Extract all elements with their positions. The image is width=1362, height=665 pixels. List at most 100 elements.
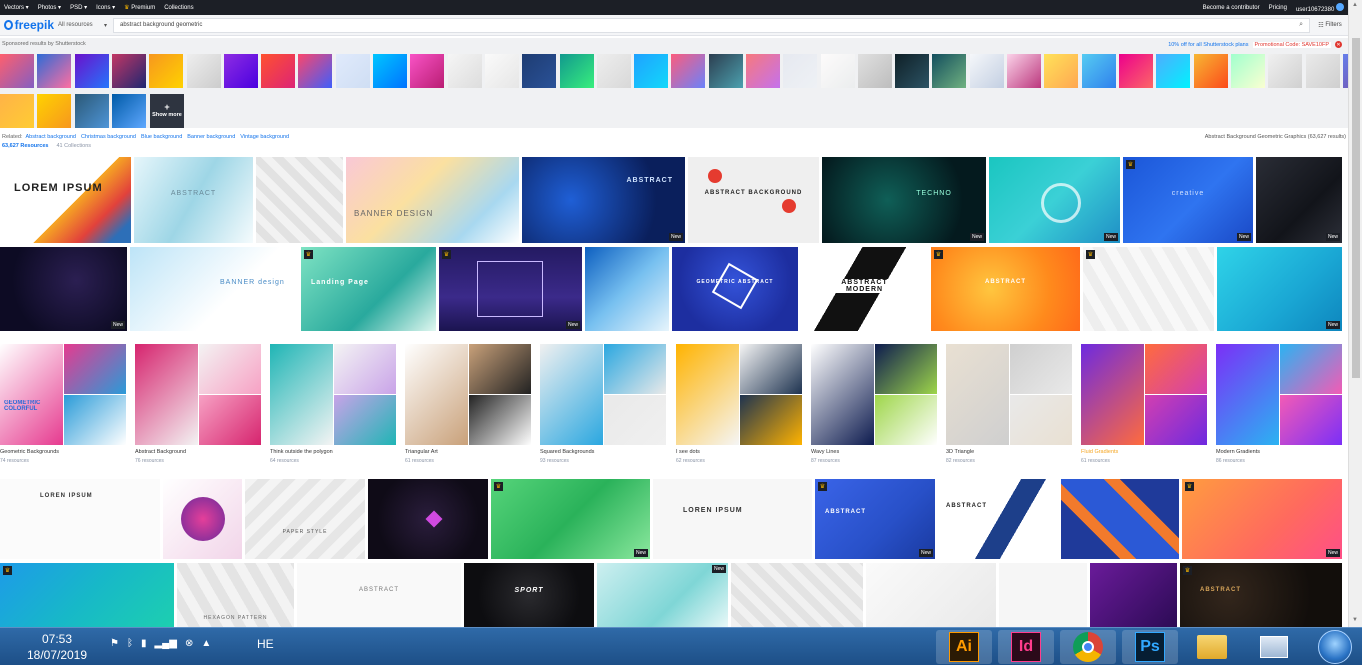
freepik-logo[interactable]: freepik bbox=[0, 18, 58, 32]
collection-name[interactable]: Fluid Gradients bbox=[1081, 449, 1118, 455]
nav-psd[interactable]: PSD ▾ bbox=[70, 4, 87, 11]
nav-vectors[interactable]: Vectors ▾ bbox=[4, 4, 29, 11]
sponsored-thumbnail[interactable] bbox=[783, 54, 817, 88]
close-icon[interactable]: ✕ bbox=[1335, 41, 1342, 48]
related-tag[interactable]: Banner background bbox=[187, 134, 235, 140]
show-more-button[interactable]: + Show more bbox=[150, 94, 184, 128]
sponsored-thumbnail[interactable] bbox=[1306, 54, 1340, 88]
result-thumbnail[interactable]: ♛ Landing Page bbox=[301, 247, 436, 331]
sponsored-thumbnail[interactable] bbox=[1231, 54, 1265, 88]
network-error-icon[interactable]: ⊗ bbox=[185, 638, 193, 649]
result-thumbnail[interactable] bbox=[163, 479, 242, 559]
result-thumbnail[interactable]: ♛ New bbox=[1182, 479, 1342, 559]
result-thumbnail[interactable] bbox=[256, 157, 343, 243]
search-icon[interactable]: ⌕ bbox=[1299, 21, 1303, 29]
page-scrollbar[interactable]: ▲ ▼ bbox=[1348, 0, 1362, 627]
result-thumbnail[interactable] bbox=[999, 563, 1087, 627]
result-thumbnail[interactable]: BANNER DESIGN bbox=[346, 157, 519, 243]
collection-card[interactable]: Triangular Art 61 resources bbox=[405, 344, 532, 466]
collections-tab[interactable]: 41 Collections bbox=[56, 143, 91, 149]
resource-type-select[interactable]: All resources ▾ bbox=[58, 22, 113, 29]
result-thumbnail[interactable]: ♛ bbox=[0, 563, 174, 627]
language-indicator[interactable]: HE bbox=[257, 637, 274, 651]
sponsored-thumbnail[interactable] bbox=[746, 54, 780, 88]
sponsored-thumbnail[interactable] bbox=[261, 54, 295, 88]
pricing-link[interactable]: Pricing bbox=[1269, 5, 1287, 11]
sponsored-thumbnail[interactable] bbox=[709, 54, 743, 88]
related-tag[interactable]: Blue background bbox=[141, 134, 182, 140]
sponsored-thumbnail[interactable] bbox=[560, 54, 594, 88]
sponsored-thumbnail[interactable] bbox=[410, 54, 444, 88]
resources-tab[interactable]: 63,627 Resources bbox=[2, 143, 48, 149]
result-thumbnail[interactable]: ABSTRACT bbox=[134, 157, 253, 243]
result-thumbnail[interactable]: ♛ creative New bbox=[1123, 157, 1253, 243]
sponsored-thumbnail[interactable] bbox=[1044, 54, 1078, 88]
result-thumbnail[interactable]: New bbox=[989, 157, 1120, 243]
taskbar-app-chrome[interactable] bbox=[1060, 630, 1116, 664]
result-thumbnail[interactable] bbox=[585, 247, 669, 331]
result-thumbnail[interactable]: New bbox=[1256, 157, 1342, 243]
system-clock[interactable]: 07:53 18/07/2019 bbox=[12, 631, 102, 663]
collection-card[interactable]: GEOMETRIC COLORFUL Geometric Backgrounds 7… bbox=[0, 344, 127, 466]
collection-card[interactable]: Squared Backgrounds 93 resources bbox=[540, 344, 667, 466]
scroll-up-icon[interactable]: ▲ bbox=[1352, 2, 1358, 8]
result-thumbnail[interactable]: ♛ New bbox=[439, 247, 582, 331]
sponsored-thumbnail[interactable] bbox=[298, 54, 332, 88]
result-thumbnail[interactable]: ABSTRACT BACKGROUND bbox=[688, 157, 819, 243]
result-thumbnail[interactable]: ABSTRACT bbox=[938, 479, 1058, 559]
signal-icon[interactable]: ▂▄▆ bbox=[154, 638, 176, 649]
result-thumbnail[interactable]: ♛ bbox=[1083, 247, 1214, 331]
sponsored-thumbnail[interactable] bbox=[187, 54, 221, 88]
collection-name[interactable]: Squared Backgrounds bbox=[540, 449, 594, 455]
result-thumbnail[interactable]: PAPER STYLE bbox=[245, 479, 365, 559]
start-button[interactable] bbox=[1318, 630, 1352, 664]
taskbar-app-network[interactable] bbox=[1246, 630, 1302, 664]
result-thumbnail[interactable] bbox=[1061, 479, 1179, 559]
result-thumbnail[interactable]: ABSTRACT New bbox=[522, 157, 685, 243]
sponsored-thumbnail[interactable] bbox=[448, 54, 482, 88]
sponsored-thumbnail[interactable] bbox=[112, 94, 146, 128]
result-thumbnail[interactable]: GEOMETRIC ABSTRACT bbox=[672, 247, 798, 331]
collection-name[interactable]: Modern Gradients bbox=[1216, 449, 1260, 455]
search-input[interactable]: abstract background geometric ⌕ bbox=[113, 17, 1310, 33]
related-tag[interactable]: Abstract background bbox=[26, 134, 76, 140]
tray-expand-icon[interactable]: ▲ bbox=[201, 638, 211, 649]
result-thumbnail[interactable] bbox=[731, 563, 863, 627]
sponsored-thumbnail[interactable] bbox=[75, 94, 109, 128]
result-thumbnail[interactable]: ♛ ABSTRACT New bbox=[815, 479, 935, 559]
sponsored-thumbnail[interactable] bbox=[0, 94, 34, 128]
sponsored-thumbnail[interactable] bbox=[373, 54, 407, 88]
result-thumbnail[interactable]: BANNER design bbox=[130, 247, 298, 331]
result-thumbnail[interactable]: ♛ ABSTRACT bbox=[1180, 563, 1342, 627]
promo-banner[interactable]: 10% off for all Shutterstock plans Promo… bbox=[1168, 41, 1342, 48]
collection-name[interactable]: Geometric Backgrounds bbox=[0, 449, 59, 455]
result-thumbnail[interactable] bbox=[368, 479, 488, 559]
sponsored-thumbnail[interactable] bbox=[149, 54, 183, 88]
collection-card[interactable]: Abstract Background 76 resources bbox=[135, 344, 262, 466]
sponsored-thumbnail[interactable] bbox=[932, 54, 966, 88]
sponsored-thumbnail[interactable] bbox=[75, 54, 109, 88]
collection-card[interactable]: Modern Gradients 86 resources bbox=[1216, 344, 1343, 466]
sponsored-thumbnail[interactable] bbox=[224, 54, 258, 88]
result-thumbnail[interactable]: LOREM IPSUM bbox=[0, 157, 131, 243]
sponsored-thumbnail[interactable] bbox=[1119, 54, 1153, 88]
collection-name[interactable]: 3D Triangle bbox=[946, 449, 974, 455]
sponsored-thumbnail[interactable] bbox=[485, 54, 519, 88]
sponsored-thumbnail[interactable] bbox=[1082, 54, 1116, 88]
sponsored-thumbnail[interactable] bbox=[970, 54, 1004, 88]
scrollbar-thumb[interactable] bbox=[1352, 38, 1360, 378]
collection-name[interactable]: Triangular Art bbox=[405, 449, 438, 455]
result-thumbnail[interactable]: ♛ ABSTRACT bbox=[931, 247, 1080, 331]
collection-name[interactable]: Abstract Background bbox=[135, 449, 186, 455]
sponsored-thumbnail[interactable] bbox=[1194, 54, 1228, 88]
sponsored-thumbnail[interactable] bbox=[895, 54, 929, 88]
nav-premium[interactable]: ♛ Premium bbox=[124, 4, 155, 11]
sponsored-thumbnail[interactable] bbox=[336, 54, 370, 88]
sponsored-thumbnail[interactable] bbox=[634, 54, 668, 88]
result-thumbnail[interactable]: ABSTRACT MODERN bbox=[801, 247, 928, 331]
result-thumbnail[interactable]: TECHNO New bbox=[822, 157, 986, 243]
collection-card[interactable]: Think outside the polygon 64 resources bbox=[270, 344, 397, 466]
related-tag[interactable]: Christmas background bbox=[81, 134, 136, 140]
result-thumbnail[interactable]: New bbox=[0, 247, 127, 331]
sponsored-thumbnail[interactable] bbox=[37, 54, 71, 88]
